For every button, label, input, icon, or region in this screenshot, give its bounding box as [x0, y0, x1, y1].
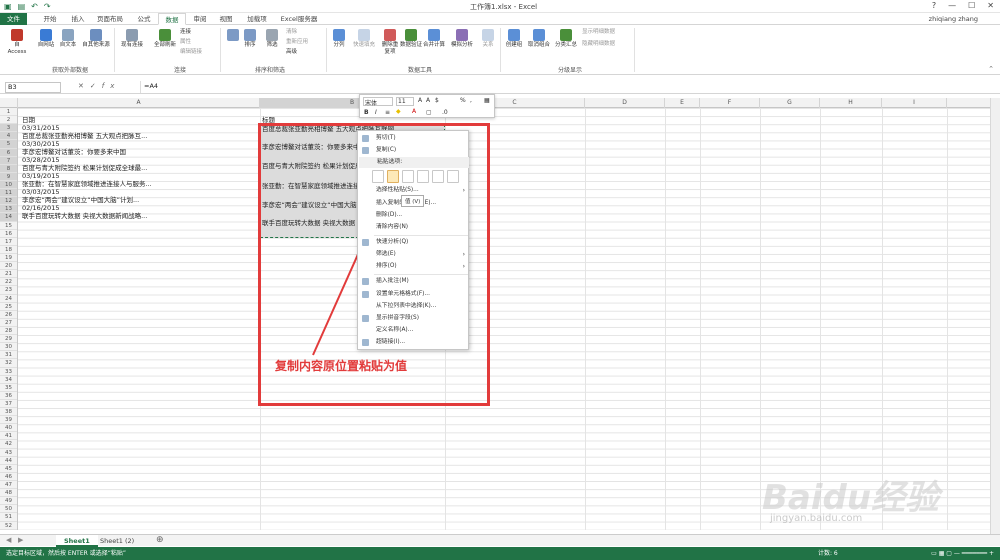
sheet-tab-bar: ◀ ▶ Sheet1 Sheet1 (2) ⊕: [0, 534, 1000, 547]
border-icon[interactable]: ▢: [426, 109, 432, 116]
paste-link-icon[interactable]: [447, 170, 459, 183]
decimal-icon[interactable]: .0: [442, 109, 448, 116]
comment-icon: [362, 278, 369, 285]
paste-formatting-icon[interactable]: [432, 170, 444, 183]
quick-analysis-icon: [362, 239, 369, 246]
font-color-icon[interactable]: A: [412, 108, 416, 115]
add-sheet-icon[interactable]: ⊕: [156, 535, 164, 545]
status-bar: 选定目标区域，然后按 ENTER 或选择“粘贴” 计数: 6 ▭ ▦ ▢ — ━…: [0, 547, 1000, 560]
chevron-right-icon: ›: [462, 263, 465, 270]
status-message: 选定目标区域，然后按 ENTER 或选择“粘贴”: [6, 550, 126, 557]
menu-item-clear-contents[interactable]: 清除内容(N): [358, 222, 470, 233]
status-count: 计数: 6: [818, 550, 838, 557]
vertical-scrollbar[interactable]: [990, 98, 1000, 534]
paste-options-header: 粘贴选项:: [359, 157, 469, 168]
context-menu: 剪切(T) 复制(C) 粘贴选项: 选择性粘贴(S)...› 插入复制的单元格(…: [357, 130, 469, 350]
font-name-box[interactable]: 宋体: [363, 97, 393, 107]
menu-item-filter[interactable]: 筛选(E) ›: [358, 249, 470, 260]
menu-separator: [374, 274, 468, 275]
watermark-logo: Baidu经验: [762, 478, 940, 518]
percent-button[interactable]: %: [460, 97, 466, 104]
menu-separator: [374, 235, 468, 236]
font-size-box[interactable]: 11: [396, 97, 414, 106]
watermark-url: jingyan.baidu.com: [770, 513, 863, 524]
grow-font-icon[interactable]: A: [418, 97, 422, 104]
fill-color-icon[interactable]: ◆: [396, 108, 401, 115]
scroll-right-icon[interactable]: ▶: [18, 536, 23, 544]
currency-icon[interactable]: $: [435, 97, 439, 104]
sheet-tab-sheet1-2[interactable]: Sheet1 (2): [92, 535, 142, 547]
menu-item-copy[interactable]: 复制(C): [358, 145, 470, 156]
paste-options-icons: [372, 170, 459, 183]
menu-item-delete[interactable]: 删除(D)...: [358, 210, 470, 221]
paste-icon[interactable]: [372, 170, 384, 183]
comma-icon[interactable]: ,: [470, 97, 472, 104]
align-center-icon[interactable]: ≡: [385, 109, 390, 116]
menu-item-hyperlink[interactable]: 超链接(I)...: [358, 337, 470, 348]
paste-transpose-icon[interactable]: [417, 170, 429, 183]
paste-formulas-icon[interactable]: [402, 170, 414, 183]
menu-item-dropdown[interactable]: 从下拉列表中选择(K)...: [358, 301, 470, 312]
format-painter-icon[interactable]: ▦: [484, 97, 490, 104]
menu-item-sort[interactable]: 排序(O) ›: [358, 261, 470, 272]
phonetic-icon: [362, 315, 369, 322]
paste-values-icon[interactable]: [387, 170, 399, 183]
menu-item-cut[interactable]: 剪切(T): [358, 133, 470, 144]
menu-item-insert-comment[interactable]: 插入批注(M): [358, 276, 470, 287]
scissors-icon: [362, 135, 369, 142]
copy-icon: [362, 147, 369, 154]
menu-item-phonetic[interactable]: 显示拼音字段(S): [358, 313, 470, 324]
mini-toolbar: 宋体 11 A A $ % , ▦ B I ≡ ◆ A ▢ .0: [359, 94, 495, 118]
paste-values-tooltip: 值 (V): [401, 195, 425, 207]
annotation-text: 复制内容原位置粘贴为值: [275, 359, 408, 373]
menu-item-quick-analysis[interactable]: 快速分析(Q): [358, 237, 470, 248]
italic-button[interactable]: I: [375, 109, 377, 116]
shrink-font-icon[interactable]: A: [426, 97, 430, 104]
zoom-control[interactable]: ▭ ▦ ▢ — ━━━━━━━ +: [931, 547, 994, 560]
menu-item-format-cells[interactable]: 设置单元格格式(F)...: [358, 289, 470, 300]
menu-item-define-name[interactable]: 定义名称(A)...: [358, 325, 470, 336]
scroll-left-icon[interactable]: ◀: [6, 536, 11, 544]
format-cells-icon: [362, 291, 369, 298]
chevron-right-icon: ›: [462, 187, 465, 194]
chevron-right-icon: ›: [462, 251, 465, 258]
bold-button[interactable]: B: [364, 109, 369, 116]
hyperlink-icon: [362, 339, 369, 346]
